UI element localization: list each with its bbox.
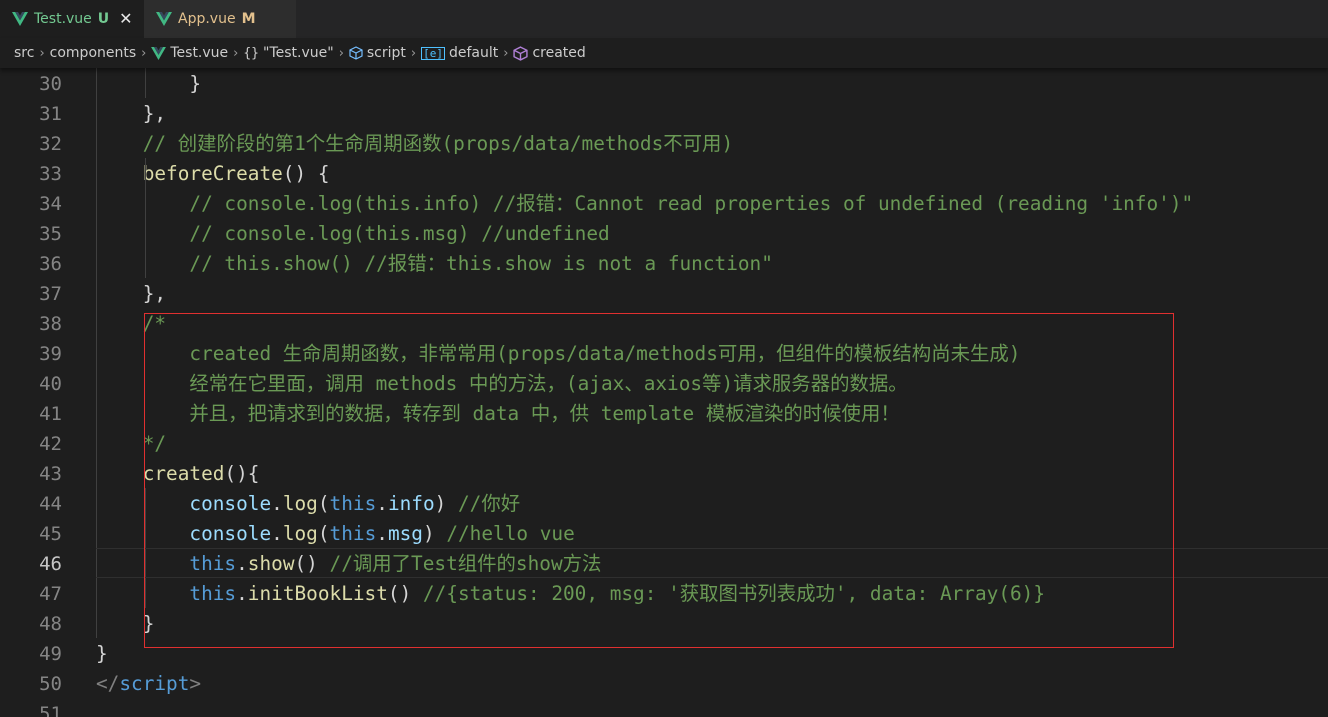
code-text: // this.show() //报错：this.show is not a f…: [96, 254, 773, 274]
breadcrumb-created[interactable]: created: [513, 45, 586, 61]
indent-guide: [145, 158, 146, 278]
code-text: // console.log(this.msg) //undefined: [96, 222, 610, 245]
breadcrumb-src[interactable]: src: [14, 45, 34, 61]
code-token: beforeCreate: [142, 162, 283, 185]
breadcrumb-module[interactable]: {} "Test.vue": [243, 45, 333, 61]
line-number: 32: [39, 133, 62, 155]
code-text: },: [96, 284, 166, 304]
line-number: 45: [39, 523, 62, 545]
code-token: </: [96, 672, 120, 695]
breadcrumb-label: Test.vue: [170, 45, 229, 61]
code-token: // 创建阶段的第1个生命周期函数(props/data/methods不可用): [96, 132, 734, 155]
close-icon[interactable]: ✕: [119, 11, 132, 27]
cube-outline-icon: [349, 46, 363, 60]
breadcrumb-label: created: [532, 45, 586, 61]
indent-guide: [145, 68, 146, 98]
breadcrumb-label: "Test.vue": [263, 45, 334, 61]
line-number: 49: [39, 643, 62, 665]
line-number: 50: [39, 673, 62, 695]
breadcrumb-label: default: [448, 45, 499, 61]
code-token: }: [96, 642, 108, 665]
code-token: >: [189, 672, 202, 695]
line-number: 30: [39, 73, 62, 95]
line-number: 42: [39, 433, 62, 455]
code-token: script: [119, 672, 190, 695]
vue-icon: [12, 12, 28, 26]
vue-icon: [151, 46, 167, 60]
code-text: </script>: [96, 674, 201, 694]
line-number: 34: [39, 193, 62, 215]
line-number: 47: [39, 583, 62, 605]
line-number: 43: [39, 463, 62, 485]
code-editor[interactable]: 51 50 </script> 49} 48 } 47 this.initBookList…: [0, 68, 1328, 717]
tab-label: App.vue: [178, 11, 236, 27]
code-token: // this.show() //报错：this.show is not a f…: [96, 252, 773, 275]
line-number: 31: [39, 103, 62, 125]
highlight-box: [144, 313, 1174, 648]
code-text: },: [96, 104, 166, 124]
code-token: () {: [282, 162, 330, 185]
code-text: }: [96, 74, 201, 94]
untracked-badge: U: [97, 11, 110, 27]
breadcrumb-default[interactable]: [e] default: [421, 45, 498, 61]
breadcrumb-label: components: [49, 45, 137, 61]
code-line[interactable]: 51: [0, 698, 1328, 717]
chevron-right-icon: ›: [39, 45, 45, 61]
code-line[interactable]: 37 },: [0, 278, 1328, 308]
braces-icon: {}: [243, 45, 260, 61]
breadcrumb-label: src: [14, 45, 35, 61]
code-token: },: [96, 102, 167, 125]
breadcrumb-file[interactable]: Test.vue: [151, 45, 228, 61]
variable-icon: [e]: [421, 46, 445, 60]
chevron-right-icon: ›: [503, 45, 509, 61]
tab-test-vue[interactable]: Test.vue U ✕: [0, 0, 144, 38]
chevron-right-icon: ›: [233, 45, 239, 61]
breadcrumb-components[interactable]: components: [50, 45, 137, 61]
breadcrumb-script[interactable]: script: [349, 45, 406, 61]
modified-badge: M: [241, 11, 256, 27]
tab-label: Test.vue: [34, 11, 92, 27]
code-text: beforeCreate() {: [96, 164, 330, 184]
code-line[interactable]: 31 },: [0, 98, 1328, 128]
vue-icon: [156, 12, 172, 26]
line-number: 44: [39, 493, 62, 515]
code-line[interactable]: 32 // 创建阶段的第1个生命周期函数(props/data/methods不…: [0, 128, 1328, 158]
code-line[interactable]: 35 // console.log(this.msg) //undefined: [0, 218, 1328, 248]
code-line[interactable]: 50 </script>: [0, 668, 1328, 698]
breadcrumb-label: script: [366, 45, 406, 61]
line-number: 46: [39, 553, 62, 575]
line-number: 37: [39, 283, 62, 305]
line-number: 39: [39, 343, 62, 365]
line-number: 48: [39, 613, 62, 635]
code-text: }: [96, 644, 108, 664]
code-line[interactable]: 30 }: [0, 68, 1328, 98]
code-line[interactable]: 34 // console.log(this.info) //报错：Cannot…: [0, 188, 1328, 218]
line-number: 33: [39, 163, 62, 185]
code-token: // console.log(this.msg) //undefined: [96, 222, 610, 245]
line-number: 36: [39, 253, 62, 275]
tab-app-vue[interactable]: App.vue M: [144, 0, 296, 38]
code-token: },: [96, 282, 167, 305]
method-cube-icon: [513, 45, 529, 61]
code-token: }: [96, 72, 202, 95]
line-number: 41: [39, 403, 62, 425]
chevron-right-icon: ›: [410, 45, 417, 61]
code-line[interactable]: 33 beforeCreate() {: [0, 158, 1328, 188]
line-number: 35: [39, 223, 62, 245]
breadcrumb: src › components › Test.vue › {} "Test.v…: [0, 38, 1328, 68]
code-text: // 创建阶段的第1个生命周期函数(props/data/methods不可用): [96, 134, 733, 154]
chevron-right-icon: ›: [338, 45, 344, 61]
chevron-right-icon: ›: [141, 45, 147, 61]
line-number: 51: [39, 703, 62, 717]
code-line[interactable]: 36 // this.show() //报错：this.show is not …: [0, 248, 1328, 278]
code-text: // console.log(this.info) //报错：Cannot re…: [96, 194, 1193, 214]
line-number: 38: [39, 313, 62, 335]
tab-bar: Test.vue U ✕ App.vue M: [0, 0, 1328, 38]
code-token: // console.log(this.info) //报错：Cannot re…: [96, 192, 1194, 215]
line-number: 40: [39, 373, 62, 395]
